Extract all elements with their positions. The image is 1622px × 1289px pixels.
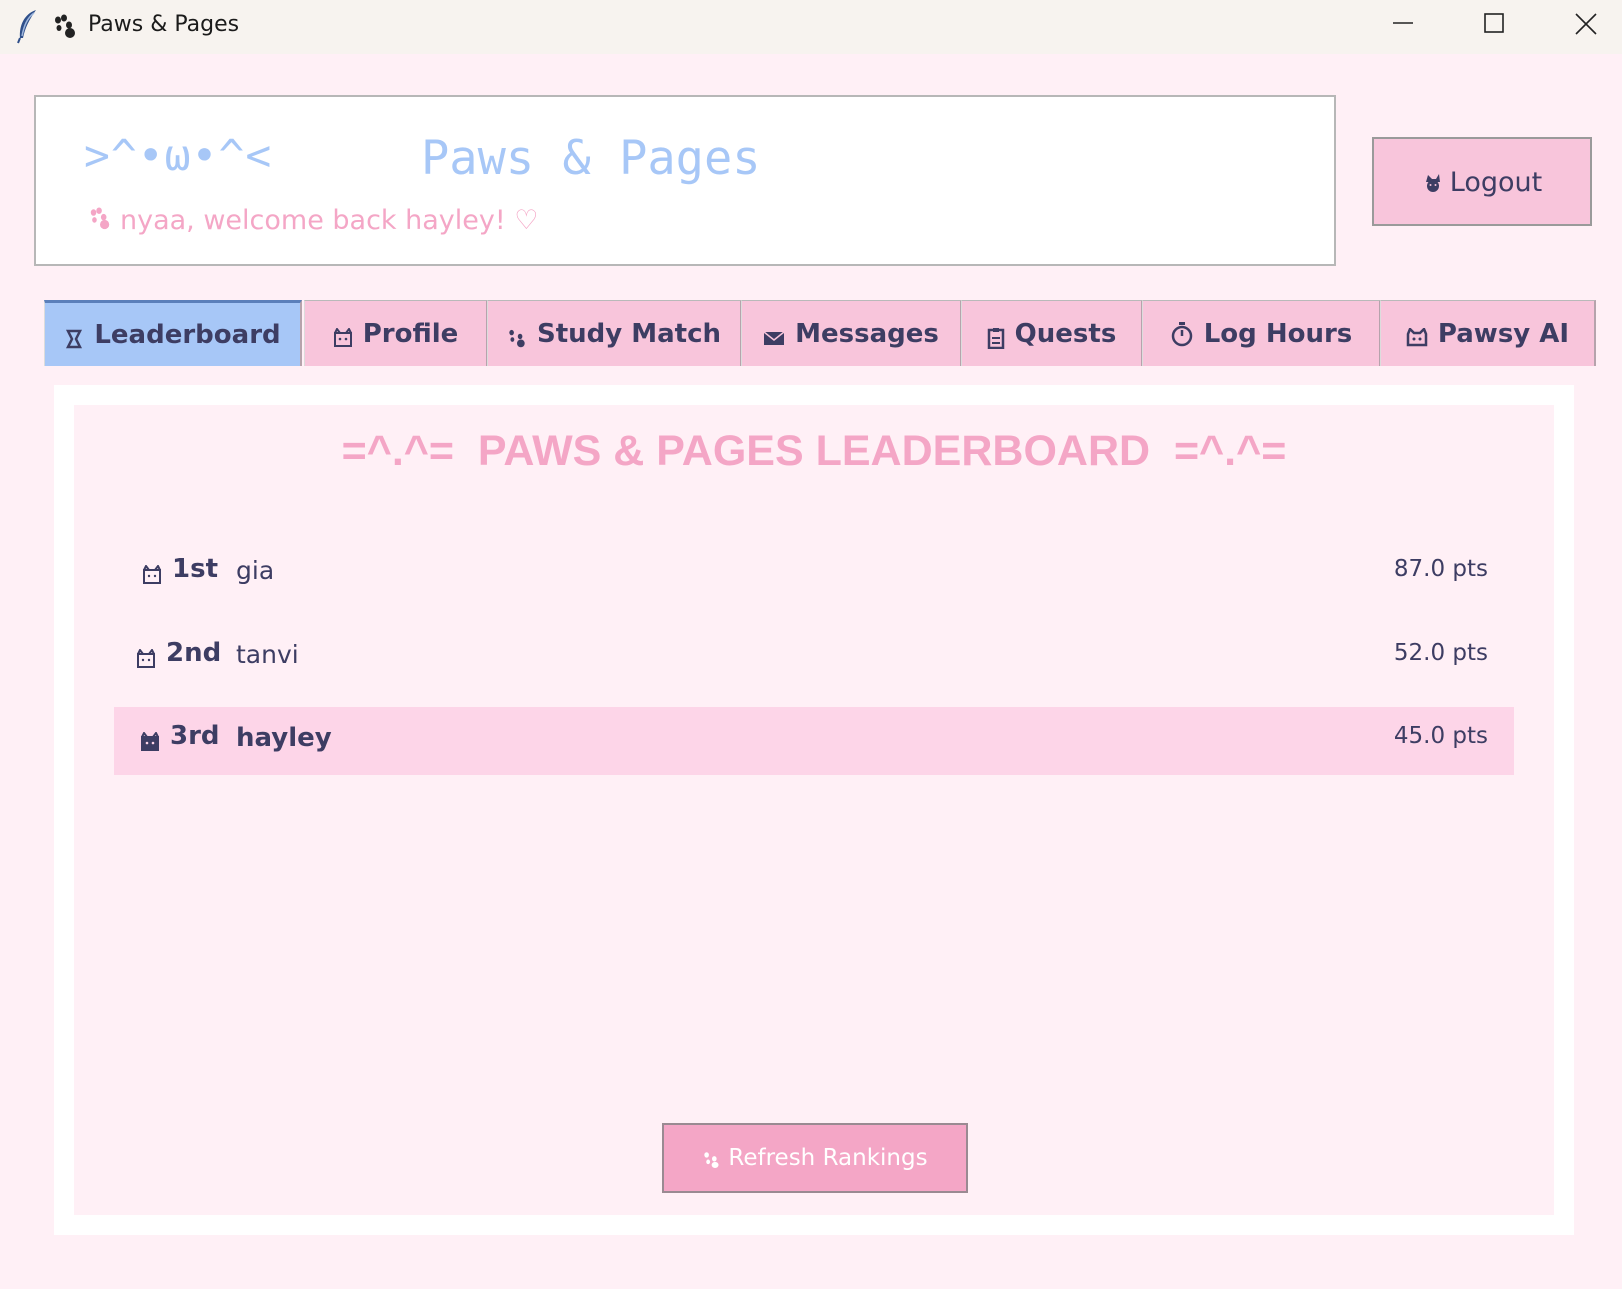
username: gia xyxy=(236,556,275,585)
maximize-button[interactable] xyxy=(1449,0,1539,48)
cat-medal-icon xyxy=(137,649,155,668)
refresh-rankings-button[interactable]: Refresh Rankings xyxy=(662,1123,968,1193)
logout-button[interactable]: Logout xyxy=(1372,137,1592,226)
tab-label: Quests xyxy=(1014,318,1117,349)
window-title: Paws & Pages xyxy=(88,12,240,37)
logout-cat-icon xyxy=(1425,173,1440,192)
close-icon xyxy=(1575,13,1597,35)
leaderboard-title: =^.^= PAWS & PAGES LEADERBOARD =^.^= xyxy=(341,427,1287,475)
minimize-button[interactable] xyxy=(1358,0,1448,48)
maximize-icon xyxy=(1484,13,1504,33)
leaderboard-row-current-user: 3rd hayley 45.0 pts xyxy=(114,707,1514,775)
refresh-label: Refresh Rankings xyxy=(728,1145,928,1171)
tab-leaderboard[interactable]: Leaderboard xyxy=(44,300,302,366)
points: 52.0 pts xyxy=(1393,640,1488,666)
leaderboard-row: 1st gia 87.0 pts xyxy=(114,540,1514,608)
envelope-icon xyxy=(763,330,785,345)
tab-label: Pawsy AI xyxy=(1437,318,1570,349)
kaomoji-logo: >^•ω•^< xyxy=(84,131,273,181)
paw-icon xyxy=(509,329,525,347)
paw-icon xyxy=(90,207,110,230)
tab-label: Profile xyxy=(362,318,459,349)
tab-pawsy-ai[interactable]: Pawsy AI xyxy=(1380,300,1596,366)
content-frame: =^.^= PAWS & PAGES LEADERBOARD =^.^= 1st… xyxy=(54,385,1574,1235)
tab-profile[interactable]: Profile xyxy=(304,300,488,366)
points: 45.0 pts xyxy=(1393,723,1488,749)
header-panel: >^•ω•^< Paws & Pages nyaa, welcome back … xyxy=(34,95,1336,266)
cat-medal-icon xyxy=(143,565,161,584)
tab-label: Study Match xyxy=(536,318,722,349)
tab-study-match[interactable]: Study Match xyxy=(487,300,742,366)
welcome-message: nyaa, welcome back hayley! ♡ xyxy=(88,205,539,236)
feather-icon xyxy=(17,10,36,44)
tab-log-hours[interactable]: Log Hours xyxy=(1142,300,1381,366)
cat-medal-icon xyxy=(141,732,159,751)
app-title: Paws & Pages xyxy=(421,131,761,186)
close-button[interactable] xyxy=(1541,0,1622,48)
paw-icon xyxy=(704,1152,719,1168)
username: hayley xyxy=(236,723,332,753)
window-titlebar: Paws & Pages xyxy=(0,0,1622,54)
tab-messages[interactable]: Messages xyxy=(741,300,962,366)
points: 87.0 pts xyxy=(1393,556,1488,582)
rank-label: 2nd xyxy=(166,638,222,668)
welcome-text: nyaa, welcome back hayley! ♡ xyxy=(120,205,539,236)
logout-label: Logout xyxy=(1449,167,1543,198)
tab-label: Messages xyxy=(795,318,939,349)
tab-quests[interactable]: Quests xyxy=(961,300,1143,366)
tab-label: Log Hours xyxy=(1203,318,1353,349)
stopwatch-icon xyxy=(1171,321,1192,346)
tab-label: Leaderboard xyxy=(94,319,281,350)
username: tanvi xyxy=(236,640,299,669)
rank-label: 3rd xyxy=(170,721,220,751)
robot-cat-icon xyxy=(1406,327,1428,346)
trophy-icon xyxy=(66,329,83,348)
minimize-icon xyxy=(1393,22,1413,24)
rank-label: 1st xyxy=(172,554,218,584)
clipboard-icon xyxy=(987,327,1004,349)
leaderboard-row: 2nd tanvi 52.0 pts xyxy=(114,624,1514,692)
tab-bar: Leaderboard Profile Study Match Messages xyxy=(44,300,1596,366)
paw-icon xyxy=(55,14,75,38)
cat-face-icon xyxy=(333,327,352,347)
leaderboard-panel: =^.^= PAWS & PAGES LEADERBOARD =^.^= 1st… xyxy=(74,405,1554,1215)
